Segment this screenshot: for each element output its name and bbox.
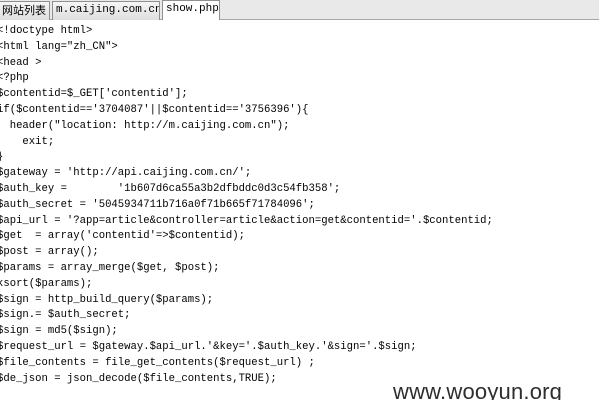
code-line: $api_url = '?app=article&controller=arti… [0, 214, 493, 227]
code-line: $sign = md5($sign); [0, 325, 118, 338]
code-line: $file_contents = file_get_contents($requ… [0, 356, 315, 369]
code-line: if($contentid=='3704087'||$contentid=='3… [0, 103, 309, 116]
code-lines: <!doctype html> <html lang="zh_CN"> <hea… [0, 24, 493, 387]
code-line: <?php [0, 72, 29, 85]
tab-site-list[interactable]: 网站列表 [0, 1, 50, 20]
code-line: ksort($params); [0, 277, 93, 290]
code-line: $auth_secret = '5045934711b716a0f71b665f… [0, 198, 315, 211]
code-line: $post = array(); [0, 246, 99, 259]
code-line: $sign = http_build_query($params); [0, 293, 214, 306]
code-editor[interactable]: <!doctype html> <html lang="zh_CN"> <hea… [0, 21, 599, 400]
tab-m-caijing[interactable]: m.caijing.com.cn [52, 1, 160, 20]
code-line: <html lang="zh_CN"> [0, 40, 118, 53]
code-line: $contentid=$_GET['contentid']; [0, 88, 188, 101]
tab-show-php[interactable]: show.php [162, 0, 220, 20]
code-line: } [0, 150, 493, 166]
code-line: $auth_key = '1b607d6ca55a3b2dfbddc0d3c54… [0, 182, 341, 195]
tab-bar: 网站列表 m.caijing.com.cn show.php [0, 0, 599, 20]
code-line: exit; [0, 135, 55, 148]
watermark: www.wooyun.org [393, 379, 563, 400]
code-line: $params = array_merge($get, $post); [0, 261, 220, 274]
code-line: <head > [0, 56, 42, 69]
code-line: $sign.= $auth_secret; [0, 309, 131, 322]
code-line: header("location: http://m.caijing.com.c… [0, 119, 290, 132]
code-line: $gateway = 'http://api.caijing.com.cn/'; [0, 167, 252, 180]
code-line: $request_url = $gateway.$api_url.'&key='… [0, 340, 417, 353]
code-line: $get = array('contentid'=>$contentid); [0, 230, 245, 243]
code-line: <!doctype html> [0, 25, 93, 37]
